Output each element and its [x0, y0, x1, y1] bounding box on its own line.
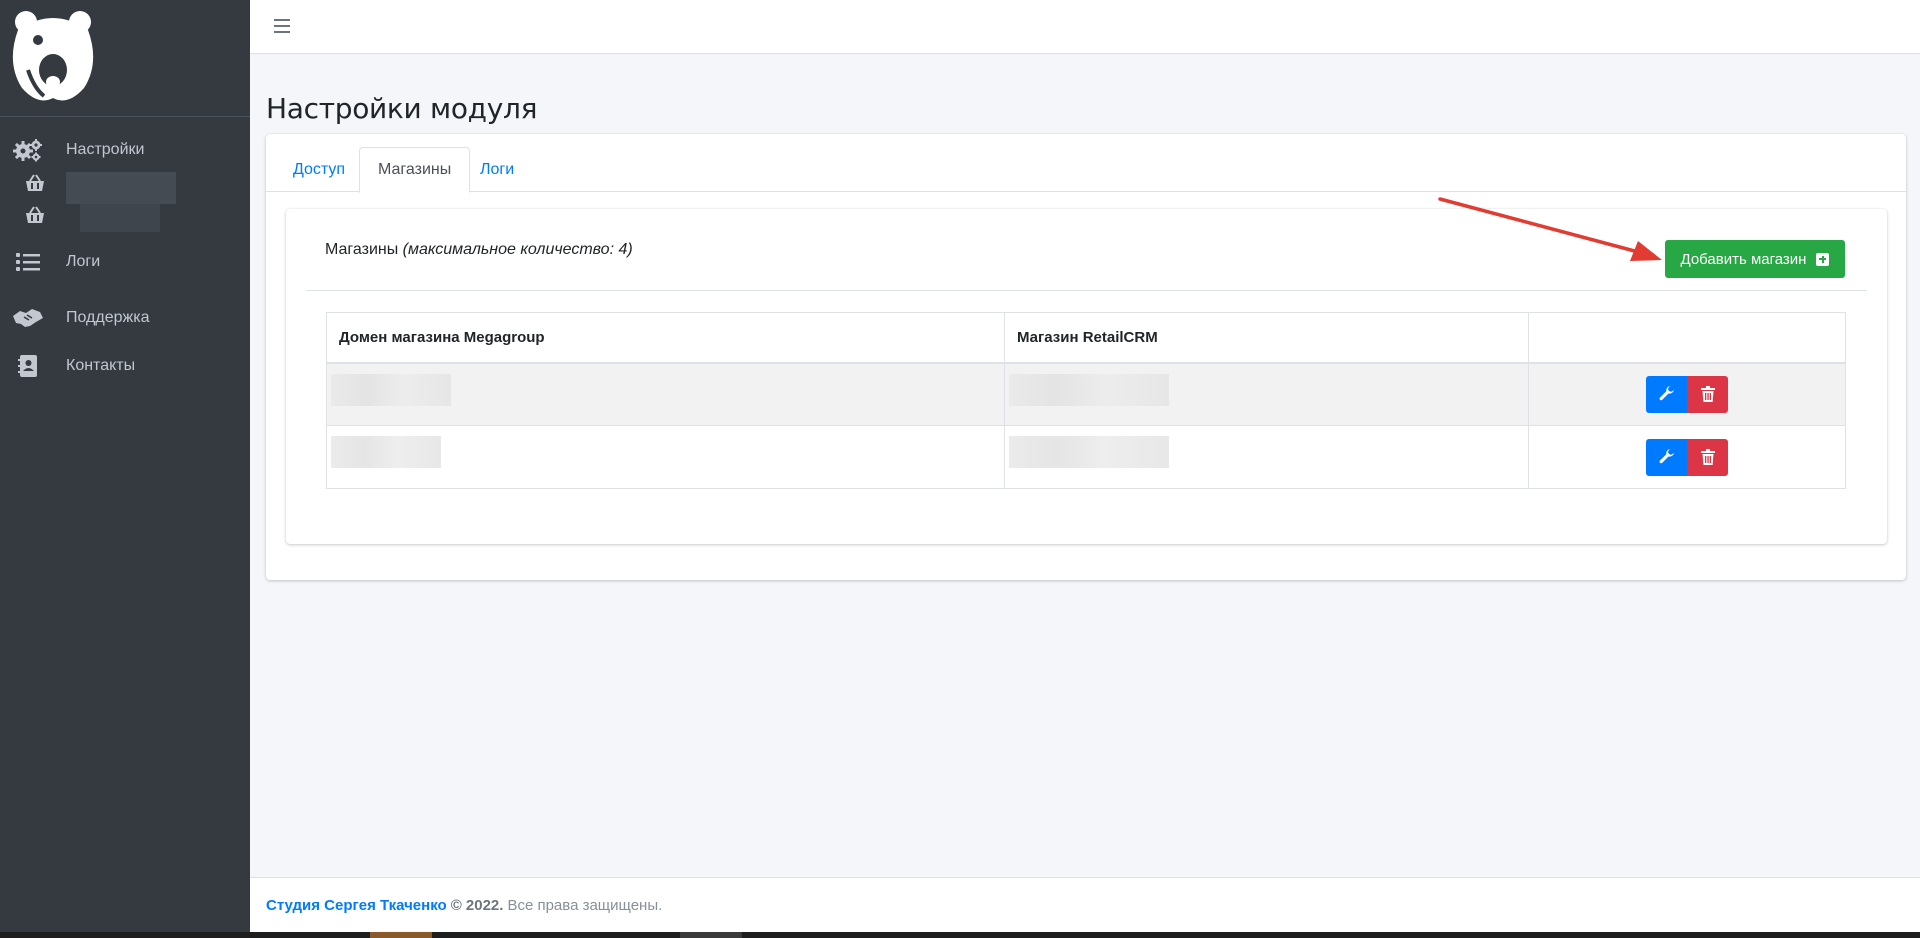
sidebar-item-logs[interactable]: Логи [0, 245, 250, 279]
redacted-block [1009, 373, 1169, 406]
list-icon [12, 250, 44, 274]
table-row [326, 425, 1846, 489]
taskbar-item [680, 932, 742, 938]
edit-shop-button[interactable] [1646, 375, 1687, 413]
tab-bar: Доступ Магазины Логи [266, 147, 1906, 193]
plus-square-icon [1816, 252, 1830, 266]
add-shop-label: Добавить магазин [1680, 250, 1807, 268]
annotation-arrow-icon [1438, 197, 1662, 261]
taskbar-item [370, 932, 432, 938]
studio-link[interactable]: Студия Сергея Ткаченко [266, 897, 447, 914]
shops-table: Домен магазина Megagroup Магазин RetailC… [326, 312, 1846, 489]
retailcrm-cell [1004, 425, 1529, 489]
actions-cell [1528, 425, 1846, 489]
tab-label: Доступ [293, 160, 346, 178]
taskbar-strip [0, 932, 1920, 938]
top-navbar [250, 0, 1920, 54]
trash-icon [1700, 449, 1715, 465]
delete-shop-button[interactable] [1687, 438, 1728, 476]
tab-logs[interactable]: Логи [462, 147, 532, 192]
tab-access[interactable]: Доступ [275, 147, 363, 192]
add-shop-button[interactable]: Добавить магазин [1665, 240, 1845, 278]
rights-text: Все права защищены. [507, 896, 663, 914]
sidebar-nav: Настройки Логи Поддержка Контакты [0, 117, 250, 383]
tab-shops[interactable]: Магазины [359, 147, 471, 193]
redacted-block [331, 436, 441, 468]
address-book-icon [12, 354, 44, 378]
page-title: Настройки модуля [266, 92, 538, 125]
basket-icon [24, 204, 46, 226]
hamburger-icon[interactable] [272, 16, 292, 36]
basket-icon [24, 172, 46, 194]
table-row [326, 362, 1846, 426]
redacted-block [66, 172, 176, 204]
row-actions [1646, 438, 1728, 476]
copyright-text: © 2022. [450, 896, 504, 914]
sidebar-item-label: Логи [66, 253, 101, 270]
gears-icon [12, 138, 44, 162]
tab-label: Логи [480, 160, 515, 178]
domain-cell [326, 425, 1005, 489]
domain-cell [326, 362, 1005, 426]
handshake-icon [12, 306, 44, 330]
tab-label: Магазины [378, 161, 452, 178]
sidebar-item-settings[interactable]: Настройки [0, 133, 250, 167]
column-header-retailcrm: Магазин RetailCRM [1004, 312, 1529, 364]
wrench-icon [1659, 449, 1674, 464]
retailcrm-cell [1004, 362, 1529, 426]
footer: Студия Сергея Ткаченко © 2022. Все права… [250, 877, 1920, 932]
redacted-block [1009, 436, 1169, 468]
sidebar-item-label: Контакты [66, 357, 136, 374]
edit-shop-button[interactable] [1646, 438, 1687, 476]
sidebar-item-label: Настройки [66, 141, 145, 158]
column-header-actions [1528, 312, 1846, 364]
shops-limit-text: (максимальное количество: 4) [402, 241, 633, 258]
brand[interactable] [0, 0, 250, 117]
wrench-icon [1659, 386, 1674, 401]
shops-card-title: Магазины (максимальное количество: 4) [325, 241, 633, 259]
sidebar-item-support[interactable]: Поддержка [0, 301, 250, 335]
sidebar: Настройки Логи Поддержка Контакты [0, 0, 250, 932]
redacted-block [80, 204, 160, 232]
sidebar-item-label: Поддержка [66, 309, 150, 326]
trash-icon [1700, 386, 1715, 403]
delete-shop-button[interactable] [1687, 375, 1728, 413]
actions-cell [1528, 362, 1846, 426]
shops-title-text: Магазины [325, 241, 399, 258]
row-actions [1646, 375, 1728, 413]
redacted-block [331, 373, 451, 406]
sidebar-item-contacts[interactable]: Контакты [0, 349, 250, 383]
bear-logo-icon[interactable] [8, 8, 98, 104]
column-header-domain: Домен магазина Megagroup [326, 312, 1005, 364]
